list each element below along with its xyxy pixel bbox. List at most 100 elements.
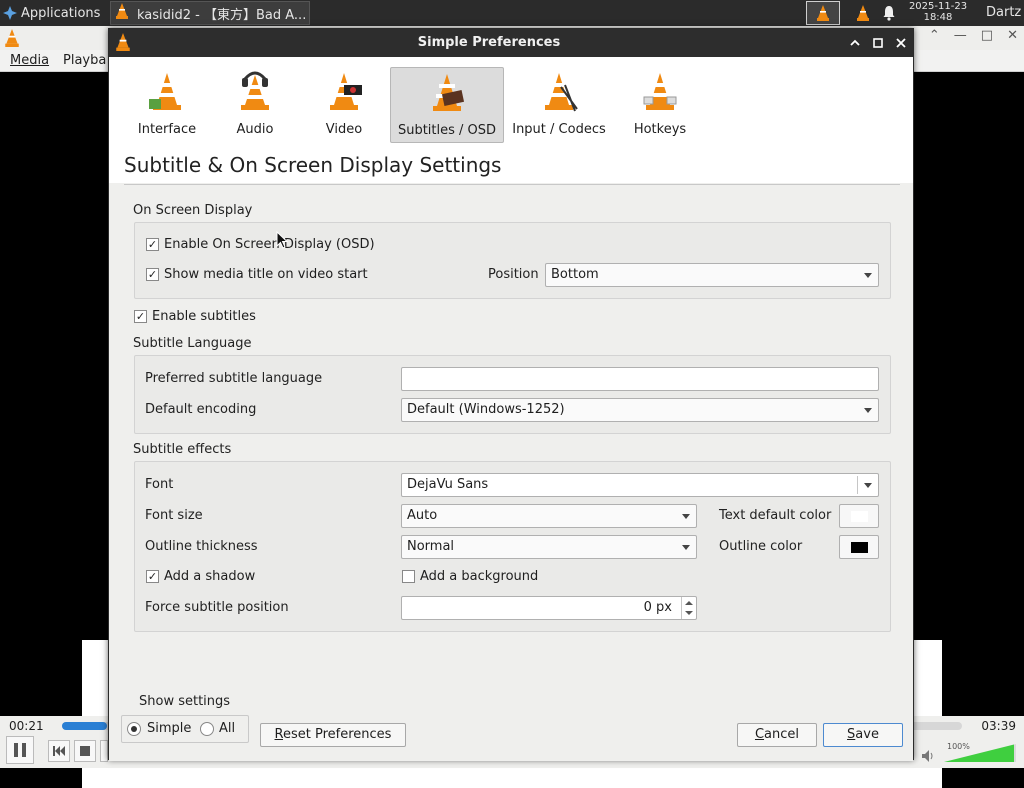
font-size-label: Font size	[145, 508, 203, 523]
subtitles-cone-icon	[427, 70, 467, 118]
simple-radio-label: Simple	[147, 721, 192, 736]
hotkeys-cone-icon	[640, 69, 680, 117]
force-position-spinbox[interactable]: 0 px	[401, 596, 697, 620]
seek-bar-fill	[62, 722, 107, 730]
maximize-up-icon[interactable]: ⌃	[929, 28, 940, 43]
close-icon	[896, 38, 906, 48]
taskbar-window-title: kasidid2 - 【東方】Bad A...	[137, 7, 307, 23]
position-label: Position	[488, 267, 539, 282]
clock[interactable]: 2025-11-23 18:48	[906, 1, 970, 23]
cancel-button[interactable]: Cancel	[737, 723, 817, 747]
enable-subtitles-checkbox[interactable]: ✓	[134, 310, 147, 323]
default-encoding-select[interactable]: Default (Windows-1252)	[401, 398, 879, 422]
category-hotkeys[interactable]: Hotkeys	[629, 67, 691, 141]
vlc-cone-icon	[115, 3, 129, 23]
previous-button[interactable]	[48, 740, 70, 762]
volume-label: 100%	[947, 742, 970, 751]
menu-playback[interactable]: Playba	[63, 53, 106, 68]
language-section-label: Subtitle Language	[133, 336, 252, 351]
input-cone-icon	[539, 69, 579, 117]
font-label: Font	[145, 477, 174, 492]
category-interface[interactable]: Interface	[131, 67, 203, 141]
cancel-rest: ancel	[764, 727, 800, 742]
clock-time: 18:48	[923, 12, 953, 23]
save-button[interactable]: Save	[823, 723, 903, 747]
reset-preferences-button[interactable]: Reset Preferences	[260, 723, 406, 747]
spin-down-icon[interactable]	[685, 611, 693, 615]
enable-osd-checkbox[interactable]: ✓	[146, 238, 159, 251]
dialog-close-button[interactable]	[893, 35, 909, 51]
font-size-select[interactable]: Auto	[401, 504, 697, 528]
vlc-cone-icon	[4, 29, 20, 51]
force-position-label: Force subtitle position	[145, 600, 289, 615]
add-shadow-label: Add a shadow	[164, 569, 256, 584]
show-settings-group: Simple All	[121, 715, 249, 743]
spin-up-icon[interactable]	[685, 601, 693, 605]
notification-bell-button[interactable]	[872, 1, 906, 25]
clock-date: 2025-11-23	[908, 1, 968, 12]
show-title-label: Show media title on video start	[164, 267, 368, 282]
restore-icon[interactable]: □	[981, 28, 993, 43]
outline-color-button[interactable]	[839, 535, 879, 559]
dialog-titlebar: Simple Preferences	[109, 29, 913, 57]
speaker-icon[interactable]	[922, 750, 936, 766]
menu-media[interactable]: Media	[10, 53, 49, 68]
category-audio[interactable]: Audio	[227, 67, 283, 141]
applications-menu[interactable]: Applications	[0, 0, 100, 26]
dialog-maximize-button[interactable]	[870, 35, 886, 51]
all-radio[interactable]	[200, 722, 214, 736]
font-size-value: Auto	[407, 508, 438, 523]
dialog-minimize-button[interactable]	[847, 35, 863, 51]
interface-cone-icon	[147, 69, 187, 117]
chevron-down-icon	[864, 483, 872, 488]
next-button[interactable]	[100, 740, 108, 762]
category-input-codecs[interactable]: Input / Codecs	[511, 67, 607, 141]
close-icon[interactable]: ✕	[1007, 28, 1018, 43]
stop-button[interactable]	[74, 740, 96, 762]
category-label: Audio	[236, 122, 274, 137]
category-label: Input / Codecs	[512, 122, 606, 137]
vlc-main-window-buttons: ⌃ — □ ✕	[929, 28, 1018, 43]
add-shadow-checkbox[interactable]: ✓	[146, 570, 159, 583]
previous-icon	[53, 746, 65, 756]
stop-icon	[80, 746, 90, 756]
chevron-up-icon	[850, 39, 860, 46]
minimize-icon[interactable]: —	[954, 28, 967, 43]
default-encoding-value: Default (Windows-1252)	[407, 402, 565, 417]
audio-cone-icon	[235, 69, 275, 117]
position-select-value: Bottom	[551, 267, 599, 282]
category-subtitles-osd[interactable]: Subtitles / OSD	[390, 67, 504, 143]
default-encoding-label: Default encoding	[145, 402, 257, 417]
taskbar-vlc-active-button[interactable]	[806, 1, 840, 25]
time-elapsed: 00:21	[9, 719, 44, 733]
page-heading: Subtitle & On Screen Display Settings	[124, 153, 502, 177]
simple-radio[interactable]	[127, 722, 141, 736]
spin-buttons[interactable]	[681, 597, 696, 619]
outline-thickness-select[interactable]: Normal	[401, 535, 697, 559]
font-select[interactable]: DejaVu Sans	[401, 473, 879, 497]
preferred-language-label: Preferred subtitle language	[145, 371, 323, 386]
video-cone-icon	[324, 69, 364, 117]
add-background-checkbox[interactable]	[402, 570, 415, 583]
position-select[interactable]: Bottom	[545, 263, 879, 287]
taskbar-window-button[interactable]: kasidid2 - 【東方】Bad A...	[110, 1, 310, 25]
reset-rest: eset Preferences	[282, 727, 392, 742]
category-video[interactable]: Video	[315, 67, 373, 141]
pause-icon	[14, 743, 26, 757]
user-menu[interactable]: Dartz	[986, 0, 1021, 26]
enable-subtitles-label: Enable subtitles	[152, 309, 256, 324]
show-title-checkbox[interactable]: ✓	[146, 268, 159, 281]
text-color-button[interactable]	[839, 504, 879, 528]
osd-group	[134, 222, 891, 299]
show-settings-label: Show settings	[139, 694, 231, 709]
effects-section-label: Subtitle effects	[133, 442, 232, 457]
pause-button[interactable]	[6, 736, 34, 764]
category-label: Hotkeys	[633, 122, 687, 137]
text-color-label: Text default color	[719, 508, 832, 523]
maximize-icon	[873, 38, 883, 48]
preferred-language-input[interactable]	[401, 367, 879, 391]
mouse-cursor-icon	[276, 231, 288, 249]
outline-color-swatch	[851, 542, 868, 553]
reset-mnemonic: R	[274, 727, 283, 742]
category-label: Subtitles / OSD	[397, 123, 497, 138]
